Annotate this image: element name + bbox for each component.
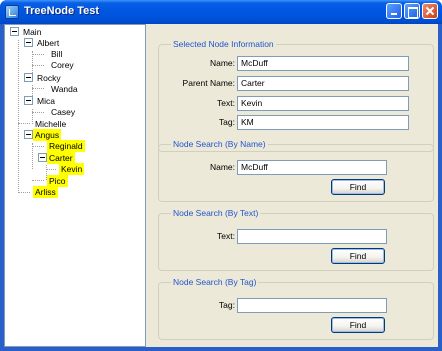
tree-line	[18, 192, 30, 193]
tree-node-reginald[interactable]: Reginald	[47, 140, 85, 152]
search-text-label: Text:	[217, 231, 235, 241]
tree-node-casey[interactable]: Casey	[49, 106, 77, 118]
client-area: Main Albert Bill Corey Rocky Wanda Mica …	[4, 24, 438, 347]
tree-line	[32, 88, 44, 89]
search-by-tag-title: Node Search (By Tag)	[171, 277, 259, 288]
search-by-name-group: Node Search (By Name) Name: McDuff Find	[158, 139, 434, 202]
expander-angus[interactable]	[24, 130, 33, 139]
parent-name-label: Parent Name:	[182, 78, 235, 88]
minimize-button[interactable]	[386, 3, 402, 19]
tree-node-kevin[interactable]: Kevin	[59, 163, 85, 175]
search-by-text-title: Node Search (By Text)	[171, 208, 261, 219]
find-by-tag-button[interactable]: Find	[331, 317, 385, 333]
tag-label: Tag:	[218, 117, 235, 127]
expander-albert[interactable]	[24, 38, 33, 47]
tree-line	[32, 180, 44, 181]
text-label: Text:	[217, 98, 235, 108]
tree-node-arliss[interactable]: Arliss	[33, 186, 58, 198]
app-window: TreeNode Test Main Albert Bill Corey Roc…	[0, 0, 442, 351]
tree-node-wanda[interactable]: Wanda	[49, 83, 80, 95]
app-icon[interactable]	[5, 5, 19, 19]
tree-line	[32, 65, 44, 66]
tree-node-corey[interactable]: Corey	[49, 59, 76, 71]
search-by-text-group: Node Search (By Text) Text: Find	[158, 208, 434, 271]
search-name-label: Name:	[209, 162, 235, 172]
expander-carter[interactable]	[38, 153, 47, 162]
find-by-text-button[interactable]: Find	[331, 248, 385, 264]
close-button[interactable]	[422, 3, 438, 19]
selected-node-title: Selected Node Information	[171, 39, 276, 50]
expander-rocky[interactable]	[24, 73, 33, 82]
expander-mica[interactable]	[24, 96, 33, 105]
tree-line	[46, 169, 56, 170]
maximize-button[interactable]	[404, 3, 420, 19]
expander-main[interactable]	[10, 27, 19, 36]
tree-line	[18, 40, 19, 193]
search-name-input[interactable]: McDuff	[237, 160, 387, 175]
search-text-input[interactable]	[237, 229, 387, 244]
selected-text-field[interactable]: Kevin	[237, 96, 409, 111]
tree-line	[32, 112, 44, 113]
name-label: Name:	[209, 58, 235, 68]
parent-name-field[interactable]: Carter	[237, 76, 409, 91]
tree-line	[32, 146, 44, 147]
window-title: TreeNode Test	[24, 5, 99, 17]
selected-name-field[interactable]: McDuff	[237, 56, 409, 71]
search-by-tag-group: Node Search (By Tag) Tag: Find	[158, 277, 434, 340]
selected-tag-field[interactable]: KM	[237, 115, 409, 130]
search-tag-label: Tag:	[218, 300, 235, 310]
title-bar[interactable]: TreeNode Test	[0, 0, 442, 24]
search-by-name-title: Node Search (By Name)	[171, 139, 268, 150]
details-panel: Selected Node Information Name: McDuff P…	[150, 24, 438, 347]
tree-line	[32, 54, 44, 55]
selected-node-group: Selected Node Information Name: McDuff P…	[158, 39, 434, 152]
search-tag-input[interactable]	[237, 298, 387, 313]
find-by-name-button[interactable]: Find	[331, 179, 385, 195]
tree-view[interactable]: Main Albert Bill Corey Rocky Wanda Mica …	[4, 24, 146, 347]
tree-line	[18, 123, 30, 124]
